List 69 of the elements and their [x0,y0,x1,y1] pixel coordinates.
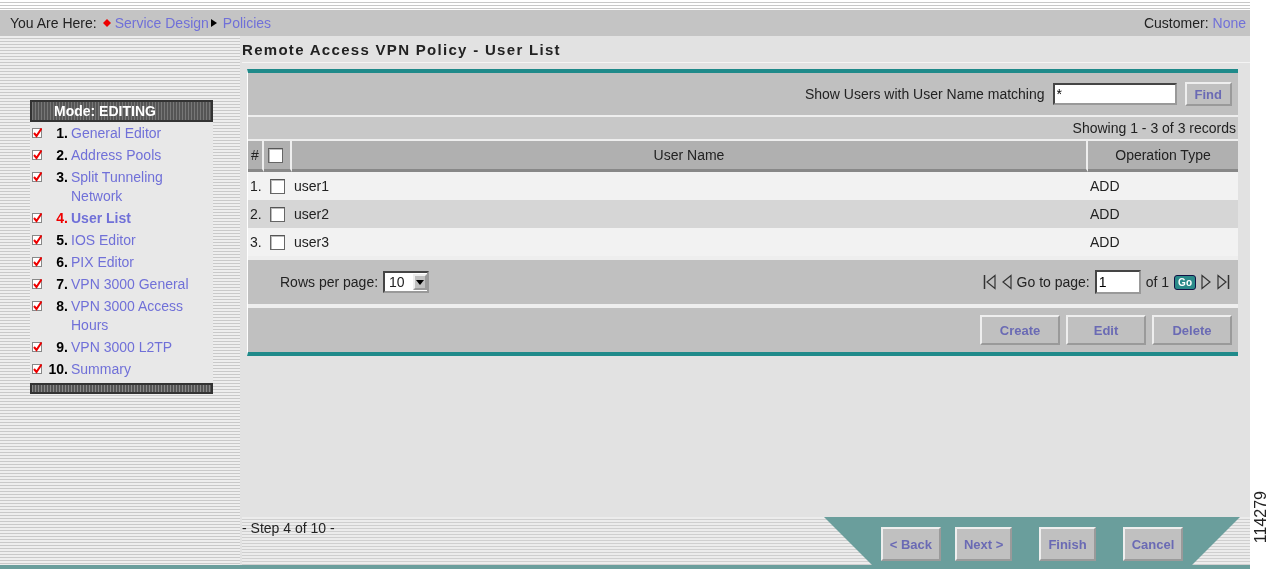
rows-per-page-dropdown[interactable]: 10 [383,271,429,293]
previous-page-icon[interactable] [1001,274,1012,290]
action-button[interactable]: Create [980,315,1060,345]
step-link[interactable]: General Editor [71,124,206,143]
column-header: Operation Type [1088,141,1238,172]
filter-field[interactable]: * [1052,83,1177,105]
step-link[interactable]: Summary [71,360,206,379]
action-button[interactable]: Edit [1066,315,1146,345]
table-cell: user2 [292,200,1088,228]
step-link[interactable]: VPN 3000 General [71,275,206,294]
step-link[interactable]: IOS Editor [71,231,206,250]
customer-link[interactable]: None [1212,15,1246,31]
page-field[interactable]: 1 [1094,270,1141,294]
wizard-button[interactable]: Cancel [1122,527,1184,561]
wizard-button[interactable]: Next > [955,527,1013,561]
table-cell: 1. [248,172,264,200]
step-number: 4. [55,209,68,228]
page-count: of 1 [1145,274,1170,290]
rows-per-page-label: Rows per page: [280,274,379,290]
row-checkbox[interactable] [270,206,285,222]
diamond-icon [102,19,111,27]
step-number: 2. [55,146,68,165]
step-link[interactable]: VPN 3000 L2TP [71,338,206,357]
next-page-icon[interactable] [1201,274,1211,290]
step-number: 5. [55,231,68,250]
go-button[interactable]: Go [1174,274,1196,290]
step-link[interactable]: Split Tunneling Network [71,168,206,206]
step-link[interactable]: User List [71,209,206,228]
step-link[interactable]: Address Pools [71,146,206,165]
breadcrumb-link[interactable]: Policies [222,15,272,31]
table-cell: ADD [1088,172,1238,200]
wizard-button[interactable]: Finish [1039,527,1096,561]
first-page-icon[interactable] [982,274,997,290]
step-link[interactable]: VPN 3000 Access Hours [71,297,206,335]
table-cell: ADD [1088,228,1238,256]
page-title: Remote Access VPN Policy - User List [242,36,1250,63]
go-to-page-label: Go to page: [1016,274,1090,290]
step-number: 7. [55,275,68,294]
customer-label: Customer: [1143,15,1209,31]
chevron-icon [210,19,217,27]
records-count: Showing 1 - 3 of 3 records [1072,120,1236,136]
table-cell: ADD [1088,200,1238,228]
table-cell: 2. [248,200,264,228]
breadcrumb-link[interactable]: Service Design [114,15,209,31]
column-header: User Name [292,141,1088,172]
step-number: 3. [55,168,68,187]
find-button[interactable]: Find [1184,82,1232,106]
table-cell: user3 [292,228,1088,256]
caret-icon [415,279,424,285]
step-number: 9. [55,338,68,357]
figure-number: 114279 [1252,490,1269,543]
row-checkbox[interactable] [270,234,285,250]
row-checkbox[interactable] [270,178,285,194]
step-number: 8. [55,297,68,316]
wizard-button[interactable]: < Back [880,527,941,561]
step-link[interactable]: PIX Editor [71,253,206,272]
step-number: 6. [55,253,68,272]
breadcrumb-label: You Are Here: [10,15,97,31]
mode-header: Mode: EDITING [30,100,213,122]
step-number: 10. [47,360,68,379]
step-indicator: - Step 4 of 10 - [242,520,335,536]
column-header: # [248,141,264,172]
table-cell: 3. [248,228,264,256]
filter-label: Show Users with User Name matching [804,86,1045,102]
table-cell: user1 [292,172,1088,200]
select-all-checkbox[interactable] [268,147,283,163]
last-page-icon[interactable] [1216,274,1230,290]
action-button[interactable]: Delete [1152,315,1232,345]
step-number: 1. [55,124,68,143]
